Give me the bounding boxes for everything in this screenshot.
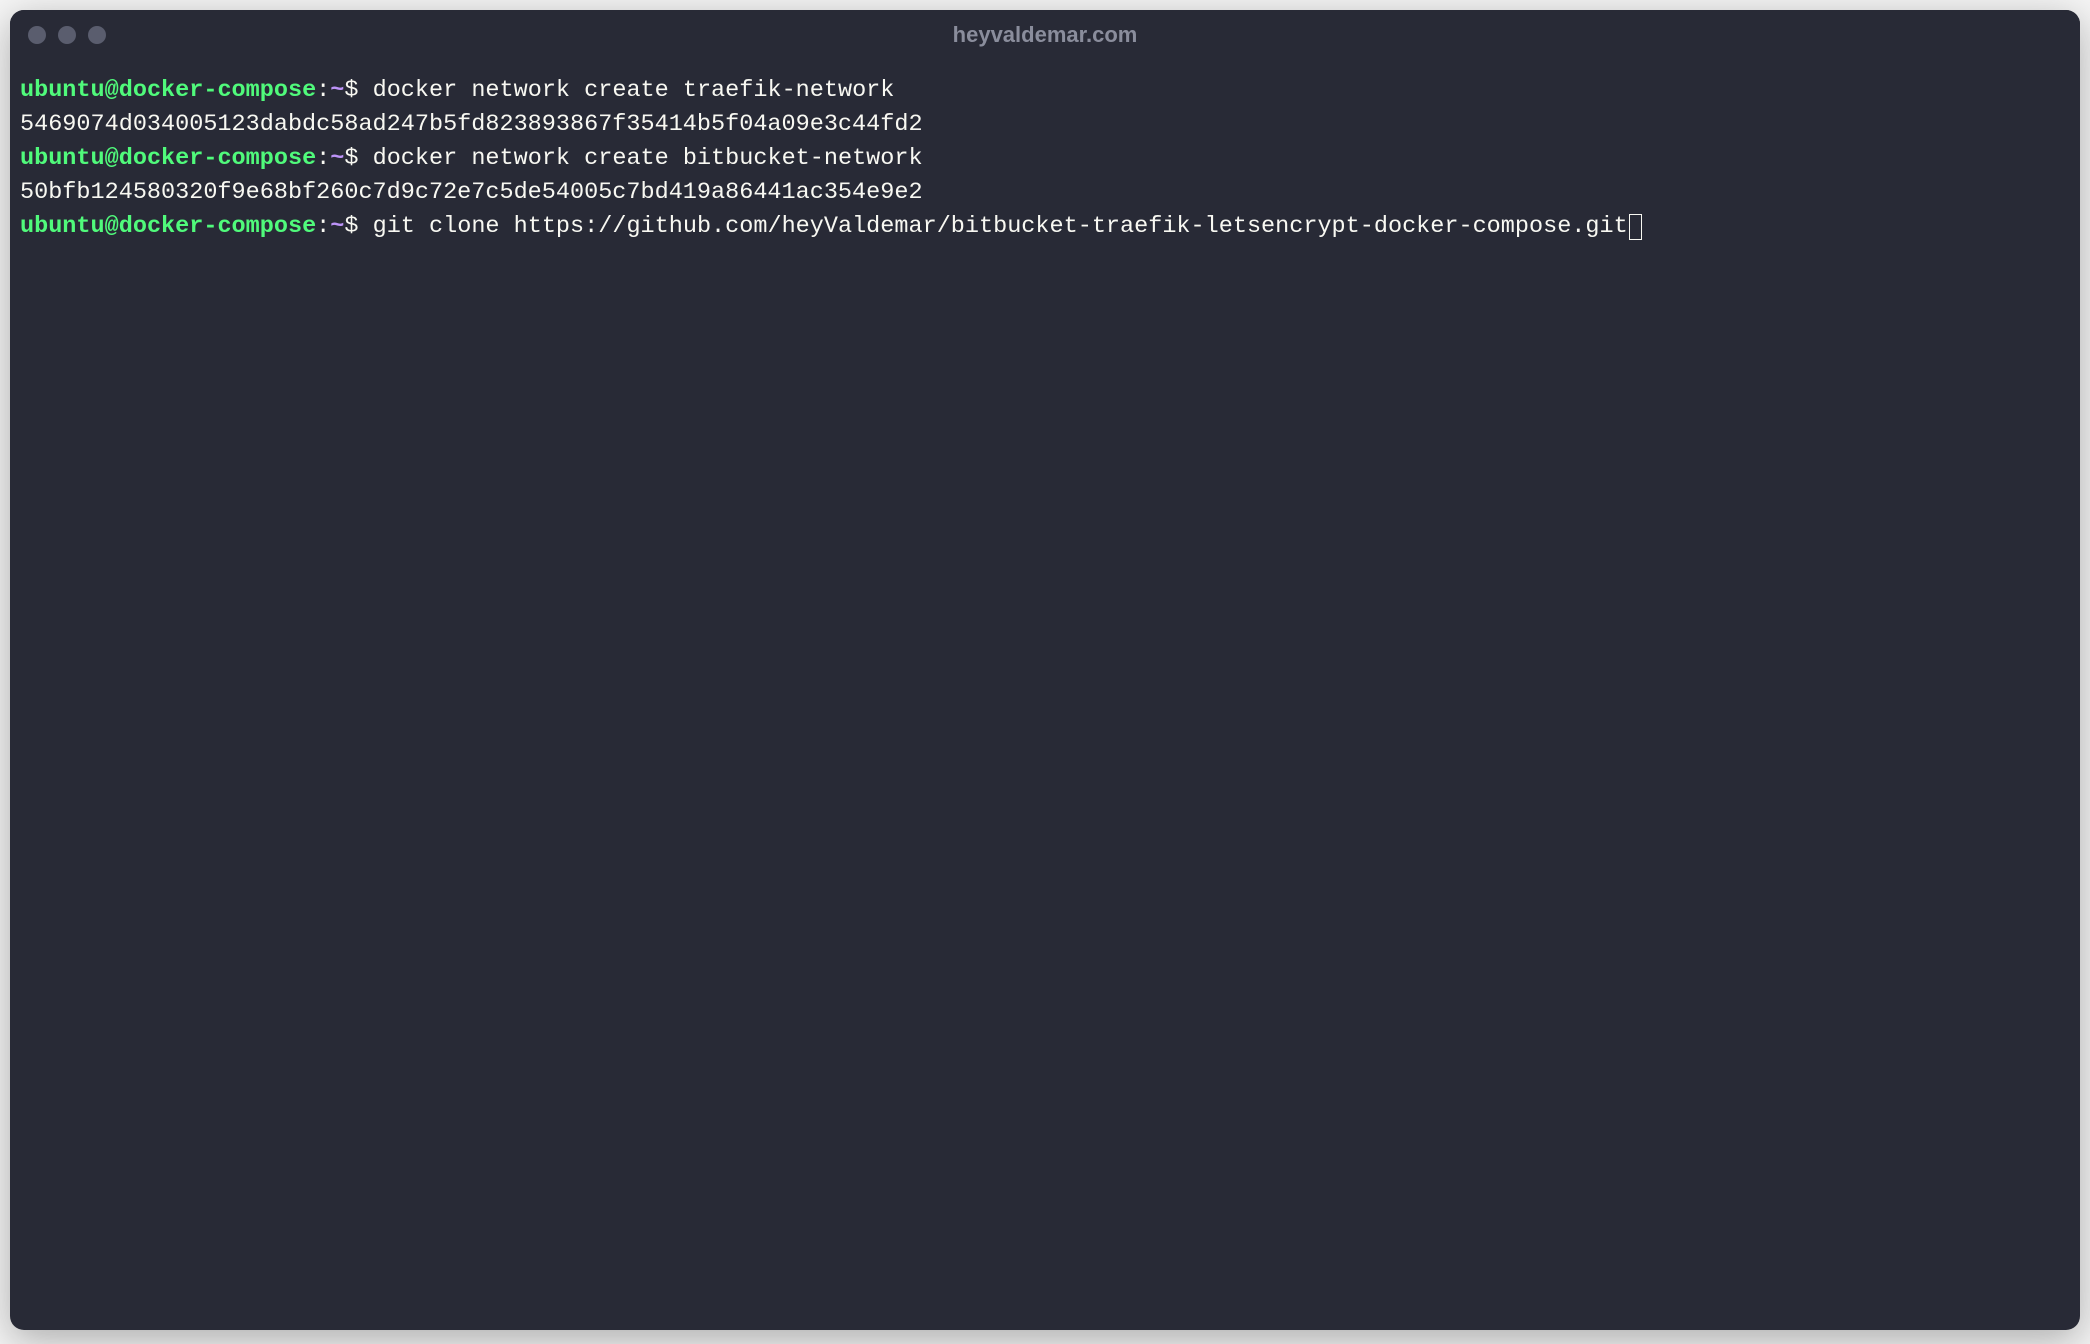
prompt-colon: : [316,77,330,104]
command-text: git clone https://github.com/heyValdemar… [359,213,1628,240]
window-title: heyvaldemar.com [28,22,2062,48]
close-button[interactable] [28,26,46,44]
output-line: 5469074d034005123dabdc58ad247b5fd8238938… [20,108,2070,142]
prompt-at: @ [105,145,119,172]
command-text: docker network create bitbucket-network [359,145,923,172]
prompt-at: @ [105,77,119,104]
prompt-user: ubuntu [20,145,105,172]
prompt-user: ubuntu [20,213,105,240]
maximize-button[interactable] [88,26,106,44]
minimize-button[interactable] [58,26,76,44]
terminal-line: ubuntu@docker-compose:~$ docker network … [20,142,2070,176]
terminal-window: heyvaldemar.com ubuntu@docker-compose:~$… [10,10,2080,1330]
terminal-line: ubuntu@docker-compose:~$ git clone https… [20,210,2070,244]
prompt-colon: : [316,145,330,172]
prompt-path: ~ [330,77,344,104]
output-line: 50bfb124580320f9e68bf260c7d9c72e7c5de540… [20,176,2070,210]
traffic-lights [28,26,106,44]
terminal-body[interactable]: ubuntu@docker-compose:~$ docker network … [10,60,2080,1330]
prompt-user: ubuntu [20,77,105,104]
prompt-dollar: $ [344,77,358,104]
prompt-path: ~ [330,213,344,240]
prompt-at: @ [105,213,119,240]
prompt-path: ~ [330,145,344,172]
terminal-line: ubuntu@docker-compose:~$ docker network … [20,74,2070,108]
prompt-host: docker-compose [119,145,316,172]
title-bar: heyvaldemar.com [10,10,2080,60]
prompt-dollar: $ [344,145,358,172]
prompt-host: docker-compose [119,213,316,240]
prompt-host: docker-compose [119,77,316,104]
cursor [1629,214,1642,240]
command-text: docker network create traefik-network [359,77,895,104]
prompt-colon: : [316,213,330,240]
prompt-dollar: $ [344,213,358,240]
